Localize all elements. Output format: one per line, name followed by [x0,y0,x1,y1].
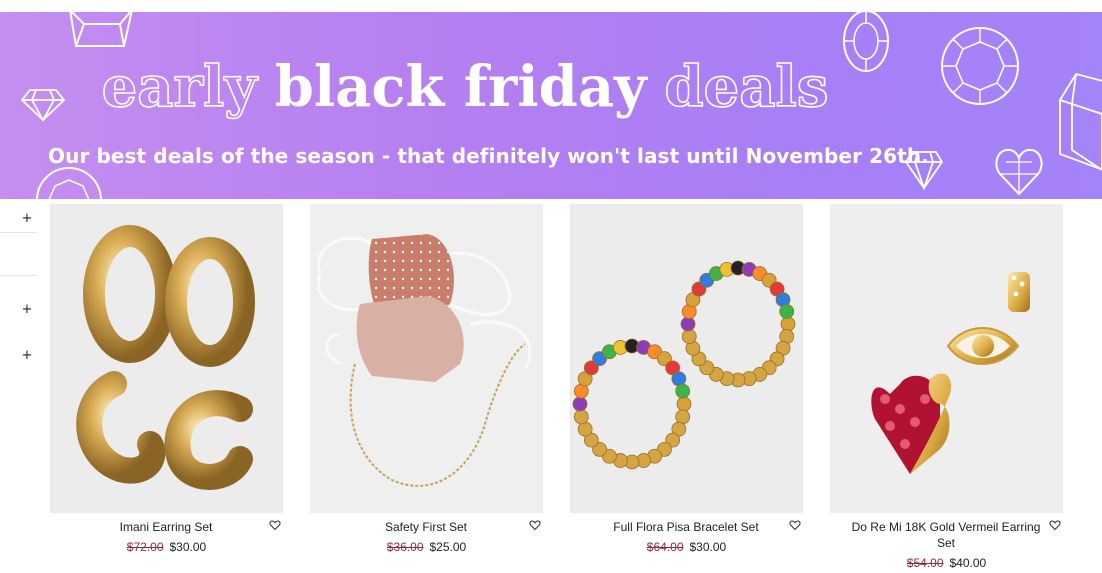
banner-headline: early black friday deals [0,52,930,123]
gold-hoop-earrings-image[interactable] [50,204,283,513]
sale-price: $25.00 [429,540,467,554]
product-name[interactable]: Full Flora Pisa Bracelet Set [586,519,786,535]
product-name[interactable]: Do Re Mi 18K Gold Vermeil Earring Set [846,519,1046,551]
bead [572,396,588,412]
original-price: $72.00 [126,540,164,554]
price-row: $36.00 $25.00 [310,539,543,555]
bead [681,329,697,344]
wishlist-heart-icon[interactable] [1049,519,1061,531]
product-grid: Imani Earring Set $72.00 $30.00 Safety F… [50,204,1070,573]
beaded-bracelets-image[interactable] [570,204,803,513]
original-price: $36.00 [386,540,424,554]
wishlist-heart-icon[interactable] [789,519,801,531]
bead [671,371,687,387]
headline-black-friday: black friday [274,54,647,120]
price-row: $64.00 $30.00 [570,539,803,555]
wishlist-heart-icon[interactable] [529,519,541,531]
bead [779,304,795,319]
banner-subline: Our best deals of the season - that defi… [48,144,929,168]
product-card[interactable]: Safety First Set $36.00 $25.00 [310,204,543,573]
bead [675,409,691,425]
sale-price: $30.00 [169,540,207,554]
headline-early: early [101,53,258,121]
bead [573,409,589,425]
headline-deals: deals [664,53,829,121]
heart-gem-icon [995,148,1043,196]
price-row: $54.00 $40.00 [830,555,1063,571]
filter-divider [0,275,37,276]
cushion-gem-icon [1059,72,1102,171]
promo-banner[interactable]: early black friday deals Our best deals … [0,12,1102,199]
product-card[interactable]: Do Re Mi 18K Gold Vermeil Earring Set $5… [830,204,1063,573]
bead [577,421,593,437]
gem-outline-icon [69,12,133,47]
heart-eye-stud-earrings-image[interactable] [830,204,1063,513]
bead [676,396,692,412]
price-row: $72.00 $30.00 [50,539,283,555]
bead [573,383,589,399]
product-card[interactable]: Imani Earring Set $72.00 $30.00 [50,204,283,573]
filter-sidebar: + + + [0,199,40,399]
original-price: $64.00 [646,540,684,554]
product-card[interactable]: Full Flora Pisa Bracelet Set $64.00 $30.0… [570,204,803,573]
sale-price: $30.00 [689,540,727,554]
expand-filter-plus-icon[interactable]: + [20,349,34,363]
product-name[interactable]: Safety First Set [326,519,526,535]
face-masks-with-chain-image[interactable] [310,204,543,513]
original-price: $54.00 [906,556,944,570]
expand-filter-plus-icon[interactable]: + [20,212,34,226]
bead [675,383,691,399]
round-gem-icon [941,27,1019,105]
sale-price: $40.00 [949,556,987,570]
filter-divider [0,232,37,233]
bead [780,316,796,332]
product-name[interactable]: Imani Earring Set [66,519,266,535]
expand-filter-plus-icon[interactable]: + [20,303,34,317]
bead [680,316,696,332]
wishlist-heart-icon[interactable] [269,519,281,531]
